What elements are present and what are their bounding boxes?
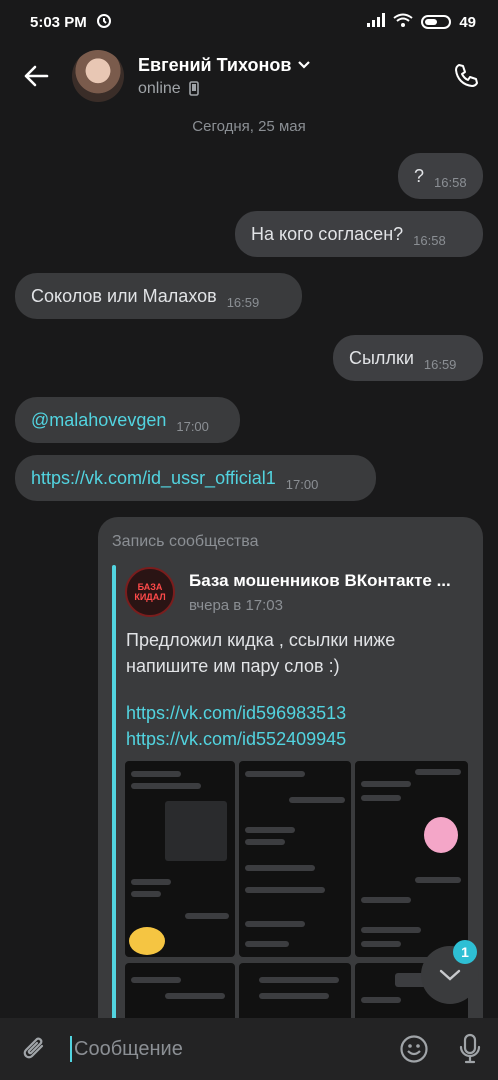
- message-time: 16:59: [423, 356, 457, 372]
- status-bar: 5:03 PM 49: [0, 0, 498, 44]
- message-incoming[interactable]: https://vk.com/id_ussr_official1 17:00: [15, 455, 376, 501]
- message-input[interactable]: Сообщение: [70, 1036, 386, 1062]
- message-text: На кого согласен?: [251, 223, 404, 244]
- post-link[interactable]: https://vk.com/id552409945: [126, 729, 346, 750]
- group-avatar[interactable]: БАЗА КИДАЛ: [125, 567, 175, 617]
- sticker: [424, 817, 458, 853]
- message-composer: Сообщение: [0, 1018, 498, 1080]
- emoji-sticker: [129, 927, 165, 955]
- scroll-down-button[interactable]: 1: [421, 940, 479, 1004]
- date-separator: Сегодня, 25 мая: [192, 118, 306, 135]
- screenshot-thumbnail[interactable]: [125, 761, 235, 957]
- message-time: 17:00: [285, 476, 319, 492]
- mobile-device-icon: [188, 81, 199, 96]
- arrow-left-icon: [24, 65, 49, 87]
- avatar[interactable]: [72, 50, 124, 102]
- quote-bar: [112, 565, 116, 1035]
- post-time: вчера в 17:03: [189, 597, 283, 614]
- smiley-icon: [400, 1035, 428, 1063]
- message-time: 16:58: [413, 232, 446, 248]
- battery-level: 49: [459, 13, 476, 31]
- wifi-icon: [393, 13, 413, 32]
- status-time: 5:03 PM: [30, 13, 87, 31]
- message-incoming[interactable]: @malahovevgen 17:00: [15, 397, 240, 443]
- chat-title[interactable]: Евгений Тихонов online: [138, 55, 434, 98]
- chevron-down-icon: [439, 969, 461, 981]
- message-link[interactable]: https://vk.com/id_ussr_official1: [31, 468, 276, 489]
- paperclip-icon: [23, 1037, 44, 1059]
- voice-message-button[interactable]: [442, 1033, 498, 1065]
- emoji-button[interactable]: [386, 1034, 442, 1064]
- text-cursor: [70, 1036, 72, 1062]
- signal-icon: [367, 13, 386, 31]
- message-outgoing[interactable]: ? 16:58: [398, 153, 483, 199]
- group-avatar-text: БАЗА КИДАЛ: [134, 582, 166, 602]
- chevron-down-icon: [298, 61, 311, 69]
- post-caption: Запись сообщества: [112, 533, 259, 550]
- post-images[interactable]: [125, 761, 468, 1037]
- message-time: 16:58: [434, 174, 467, 190]
- battery-icon: [421, 15, 452, 29]
- group-name[interactable]: База мошенников ВКонтакте ...: [189, 571, 474, 591]
- back-button[interactable]: [0, 44, 72, 108]
- unread-badge: 1: [453, 940, 477, 964]
- chat-header: Евгений Тихонов online: [0, 44, 498, 108]
- call-button[interactable]: [434, 44, 498, 108]
- screenshot-thumbnail[interactable]: [355, 761, 468, 957]
- message-outgoing[interactable]: На кого согласен? 16:58: [235, 211, 483, 257]
- message-incoming[interactable]: Соколов или Малахов 16:59: [15, 273, 302, 319]
- message-text: ?: [414, 165, 425, 186]
- phone-icon: [455, 64, 478, 87]
- mention-link[interactable]: @malahovevgen: [31, 410, 166, 431]
- contact-name: Евгений Тихонов: [138, 54, 292, 75]
- post-text: Предложил кидка , ссылки ниже напишите и…: [126, 630, 396, 676]
- online-status: online: [138, 79, 181, 97]
- message-text: Сыллки: [349, 347, 414, 368]
- screenshot-thumbnail[interactable]: [239, 761, 351, 957]
- message-time: 17:00: [176, 418, 209, 434]
- message-outgoing[interactable]: Сыллки 16:59: [333, 335, 483, 381]
- message-placeholder: Сообщение: [74, 1037, 183, 1060]
- message-text: Соколов или Малахов: [31, 285, 217, 306]
- alarm-icon: [95, 11, 113, 33]
- message-time: 16:59: [226, 294, 260, 310]
- post-link[interactable]: https://vk.com/id596983513: [126, 703, 346, 724]
- microphone-icon: [459, 1033, 481, 1064]
- attach-button[interactable]: [0, 1034, 70, 1064]
